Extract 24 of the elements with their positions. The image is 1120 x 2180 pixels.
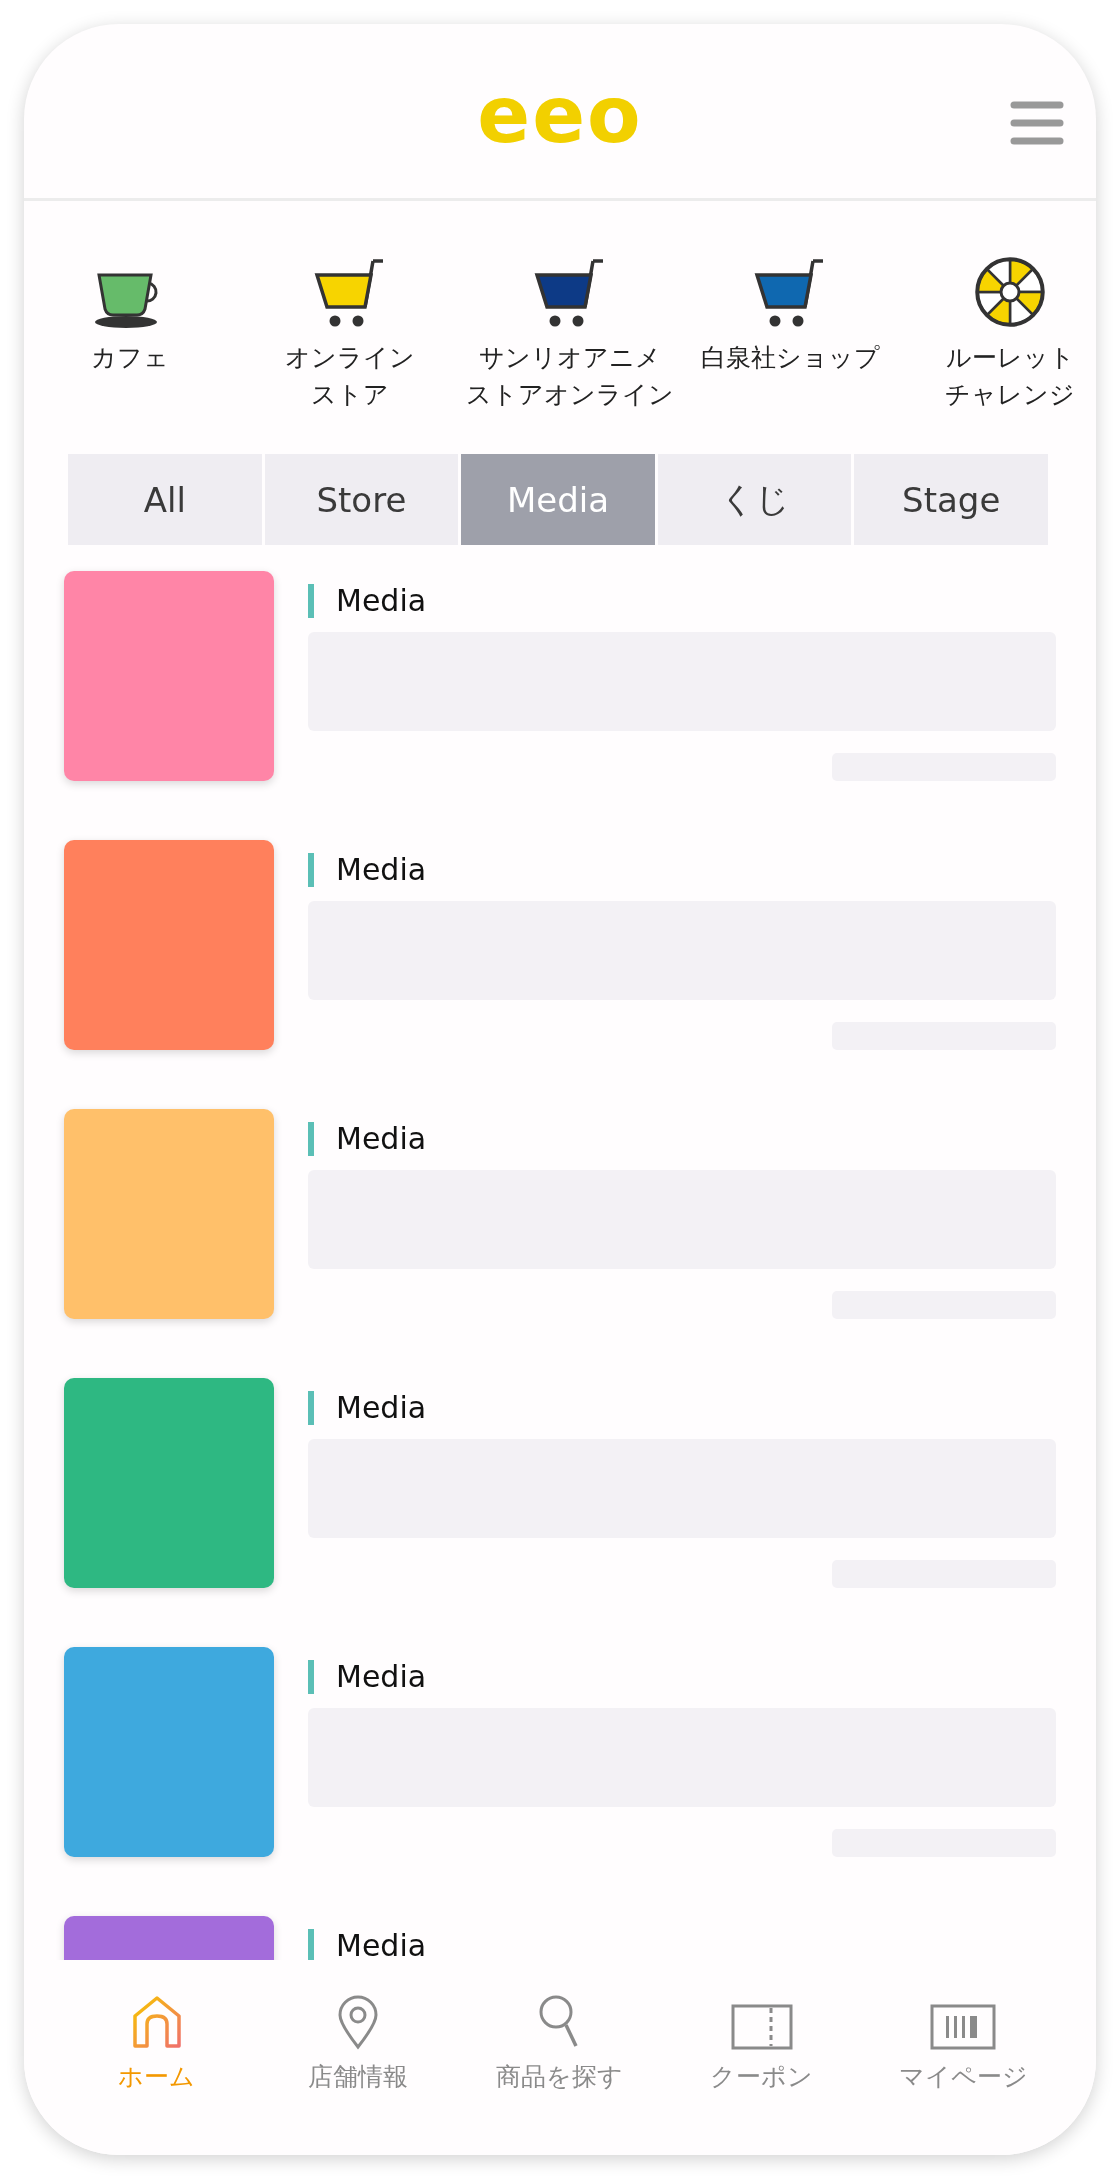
- filter-tab[interactable]: くじ: [657, 454, 852, 545]
- category-label: Media: [308, 853, 427, 887]
- thumbnail[interactable]: [64, 1109, 274, 1319]
- category-label: Media: [308, 584, 427, 618]
- filter-tab[interactable]: Stage: [854, 454, 1048, 545]
- thumbnail[interactable]: [64, 840, 274, 1050]
- filter-tab[interactable]: Store: [264, 454, 459, 545]
- category-label: Media: [308, 1122, 427, 1156]
- shortcut-item[interactable]: サンリオアニメ ストアオンライン: [460, 249, 680, 413]
- shortcut-item[interactable]: カフェ: [24, 249, 240, 413]
- category-label: Media: [308, 1660, 427, 1694]
- thumbnail[interactable]: [64, 571, 274, 781]
- shortcut-item[interactable]: 白泉社ショップ: [680, 249, 900, 413]
- menu-icon[interactable]: [1010, 100, 1064, 146]
- thumbnail[interactable]: [64, 1647, 274, 1857]
- barcode-icon: [930, 2004, 997, 2050]
- roulette-icon: [973, 255, 1047, 329]
- logo: eeo: [477, 76, 643, 154]
- shortcut-item[interactable]: ルーレット チャレンジ: [900, 249, 1096, 413]
- thumbnail[interactable]: [64, 1378, 274, 1588]
- category-label: Media: [308, 1391, 427, 1425]
- filter-tab[interactable]: All: [68, 454, 262, 545]
- shortcut-item[interactable]: オンライン ストア: [240, 249, 460, 413]
- ticket-icon: [730, 2004, 793, 2050]
